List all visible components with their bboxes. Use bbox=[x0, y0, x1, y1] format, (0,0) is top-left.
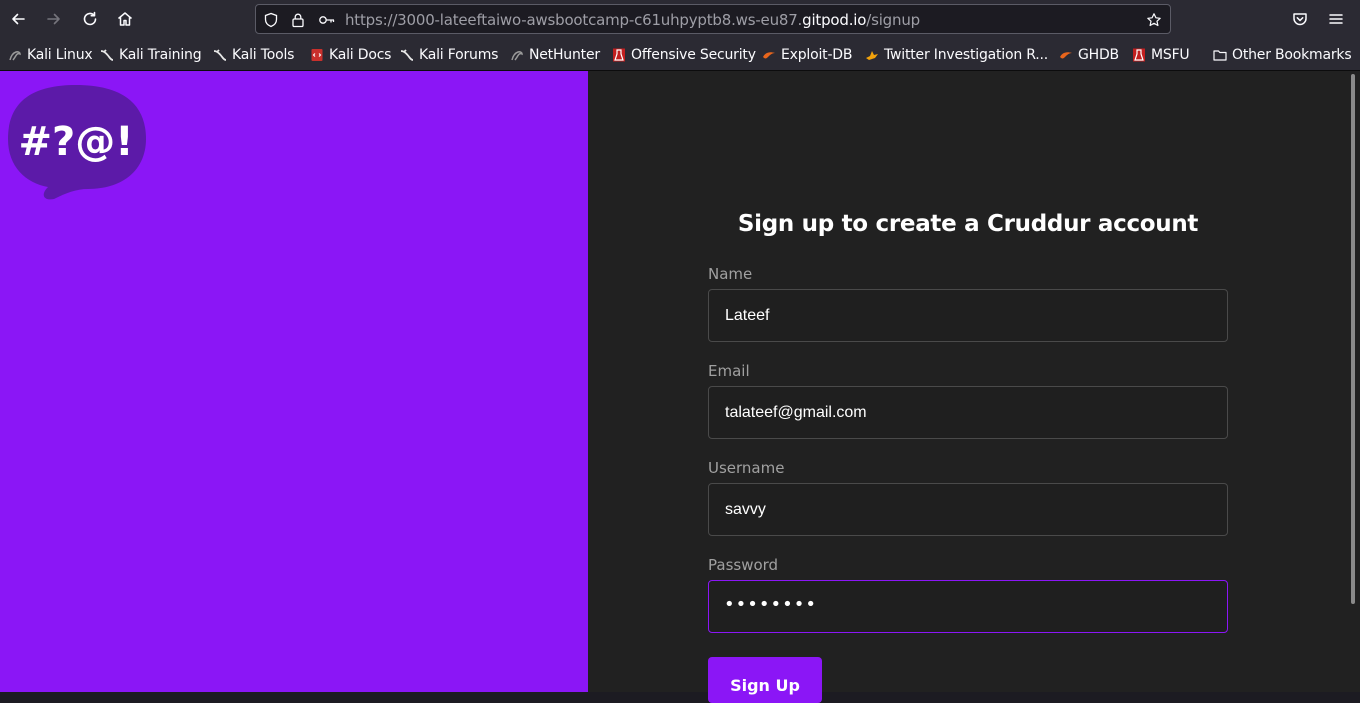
bookmark-label: Exploit-DB bbox=[781, 47, 853, 63]
reload-icon bbox=[83, 11, 97, 26]
bookmark-label: Kali Docs bbox=[329, 47, 392, 63]
bookmark-label: Twitter Investigation R... bbox=[884, 47, 1049, 63]
sign-up-button[interactable]: Sign Up bbox=[708, 657, 822, 703]
bookmark-kali-training[interactable]: Kali Training bbox=[100, 45, 202, 65]
nethunter-icon bbox=[510, 48, 524, 62]
bookmark-label: Kali Linux bbox=[27, 47, 93, 63]
password-label: Password bbox=[708, 556, 779, 574]
pocket-button[interactable] bbox=[1285, 4, 1315, 34]
logo-text: #?@! bbox=[19, 119, 134, 165]
bookmark-kali-tools[interactable]: Kali Tools bbox=[213, 45, 294, 65]
bookmark-nethunter[interactable]: NetHunter bbox=[510, 45, 600, 65]
bookmark-label: Offensive Security bbox=[631, 47, 756, 63]
username-label: Username bbox=[708, 459, 785, 477]
twitter-investigation-icon bbox=[865, 48, 879, 62]
lock-icon[interactable] bbox=[289, 11, 307, 29]
url-bar[interactable]: https://3000-lateeftaiwo-awsbootcamp-c61… bbox=[255, 4, 1171, 34]
bookmark-label: Kali Tools bbox=[232, 47, 295, 63]
bookmark-star-icon[interactable] bbox=[1145, 11, 1163, 29]
username-input[interactable] bbox=[708, 483, 1228, 536]
other-bookmarks-folder[interactable]: Other Bookmarks bbox=[1213, 45, 1352, 65]
url-host: gitpod.io bbox=[802, 11, 867, 29]
bookmark-kali-linux[interactable]: Kali Linux bbox=[8, 45, 93, 65]
bookmark-exploit-db[interactable]: Exploit-DB bbox=[762, 45, 852, 65]
ghdb-icon bbox=[1059, 48, 1073, 62]
exploit-db-icon bbox=[762, 48, 776, 62]
email-input[interactable] bbox=[708, 386, 1228, 439]
name-input[interactable] bbox=[708, 289, 1228, 342]
bookmark-label: GHDB bbox=[1078, 47, 1119, 63]
back-arrow-icon bbox=[12, 13, 25, 25]
bookmark-kali-forums[interactable]: Kali Forums bbox=[400, 45, 498, 65]
signup-title: Sign up to create a Cruddur account bbox=[737, 211, 1199, 237]
kali-dragon-icon bbox=[400, 48, 414, 62]
bookmark-offensive-security[interactable]: Offensive Security bbox=[612, 45, 756, 65]
kali-dragon-icon bbox=[213, 48, 227, 62]
bookmark-ghdb[interactable]: GHDB bbox=[1059, 45, 1119, 65]
folder-icon bbox=[1213, 48, 1227, 62]
page-scrollbar[interactable] bbox=[1348, 71, 1360, 692]
kali-dragon-icon bbox=[100, 48, 114, 62]
url-path: /signup bbox=[866, 11, 920, 29]
app-menu-button[interactable] bbox=[1321, 4, 1351, 34]
hamburger-menu-icon bbox=[1329, 14, 1343, 24]
key-icon[interactable] bbox=[317, 11, 337, 29]
cruddur-logo: #?@! bbox=[8, 85, 146, 200]
bookmark-kali-docs[interactable]: Kali Docs bbox=[310, 45, 391, 65]
name-label: Name bbox=[708, 265, 753, 283]
tracking-shield-icon[interactable] bbox=[262, 11, 280, 29]
url-text[interactable]: https://3000-lateeftaiwo-awsbootcamp-c61… bbox=[345, 11, 920, 29]
bookmark-twitter-investigation[interactable]: Twitter Investigation R... bbox=[865, 45, 1048, 65]
home-button[interactable] bbox=[110, 4, 140, 34]
bookmark-label: Kali Training bbox=[119, 47, 202, 63]
bookmark-msfu[interactable]: MSFU bbox=[1132, 45, 1190, 65]
brand-panel: #?@! bbox=[0, 71, 588, 692]
bookmark-label: Other Bookmarks bbox=[1232, 47, 1352, 63]
back-button[interactable] bbox=[3, 4, 33, 34]
msfu-icon bbox=[1132, 48, 1146, 62]
browser-toolbar: https://3000-lateeftaiwo-awsbootcamp-c61… bbox=[0, 0, 1360, 39]
url-prefix: https://3000-lateeftaiwo-awsbootcamp-c61… bbox=[345, 11, 803, 29]
email-label: Email bbox=[708, 362, 750, 380]
forward-arrow-icon bbox=[47, 13, 60, 25]
bookmark-label: Kali Forums bbox=[419, 47, 499, 63]
reload-button[interactable] bbox=[75, 4, 105, 34]
scrollbar-thumb[interactable] bbox=[1351, 74, 1355, 604]
bookmark-label: MSFU bbox=[1151, 47, 1190, 63]
bookmarks-toolbar: Kali Linux Kali Training Kali Tools Kali… bbox=[0, 39, 1360, 71]
pocket-icon bbox=[1293, 13, 1307, 26]
kali-docs-icon bbox=[310, 48, 324, 62]
kali-dragon-icon bbox=[8, 48, 22, 62]
password-input[interactable] bbox=[708, 580, 1228, 633]
home-icon bbox=[118, 12, 132, 26]
bookmark-label: NetHunter bbox=[529, 47, 600, 63]
offsec-icon bbox=[612, 48, 626, 62]
forward-button[interactable] bbox=[39, 4, 69, 34]
